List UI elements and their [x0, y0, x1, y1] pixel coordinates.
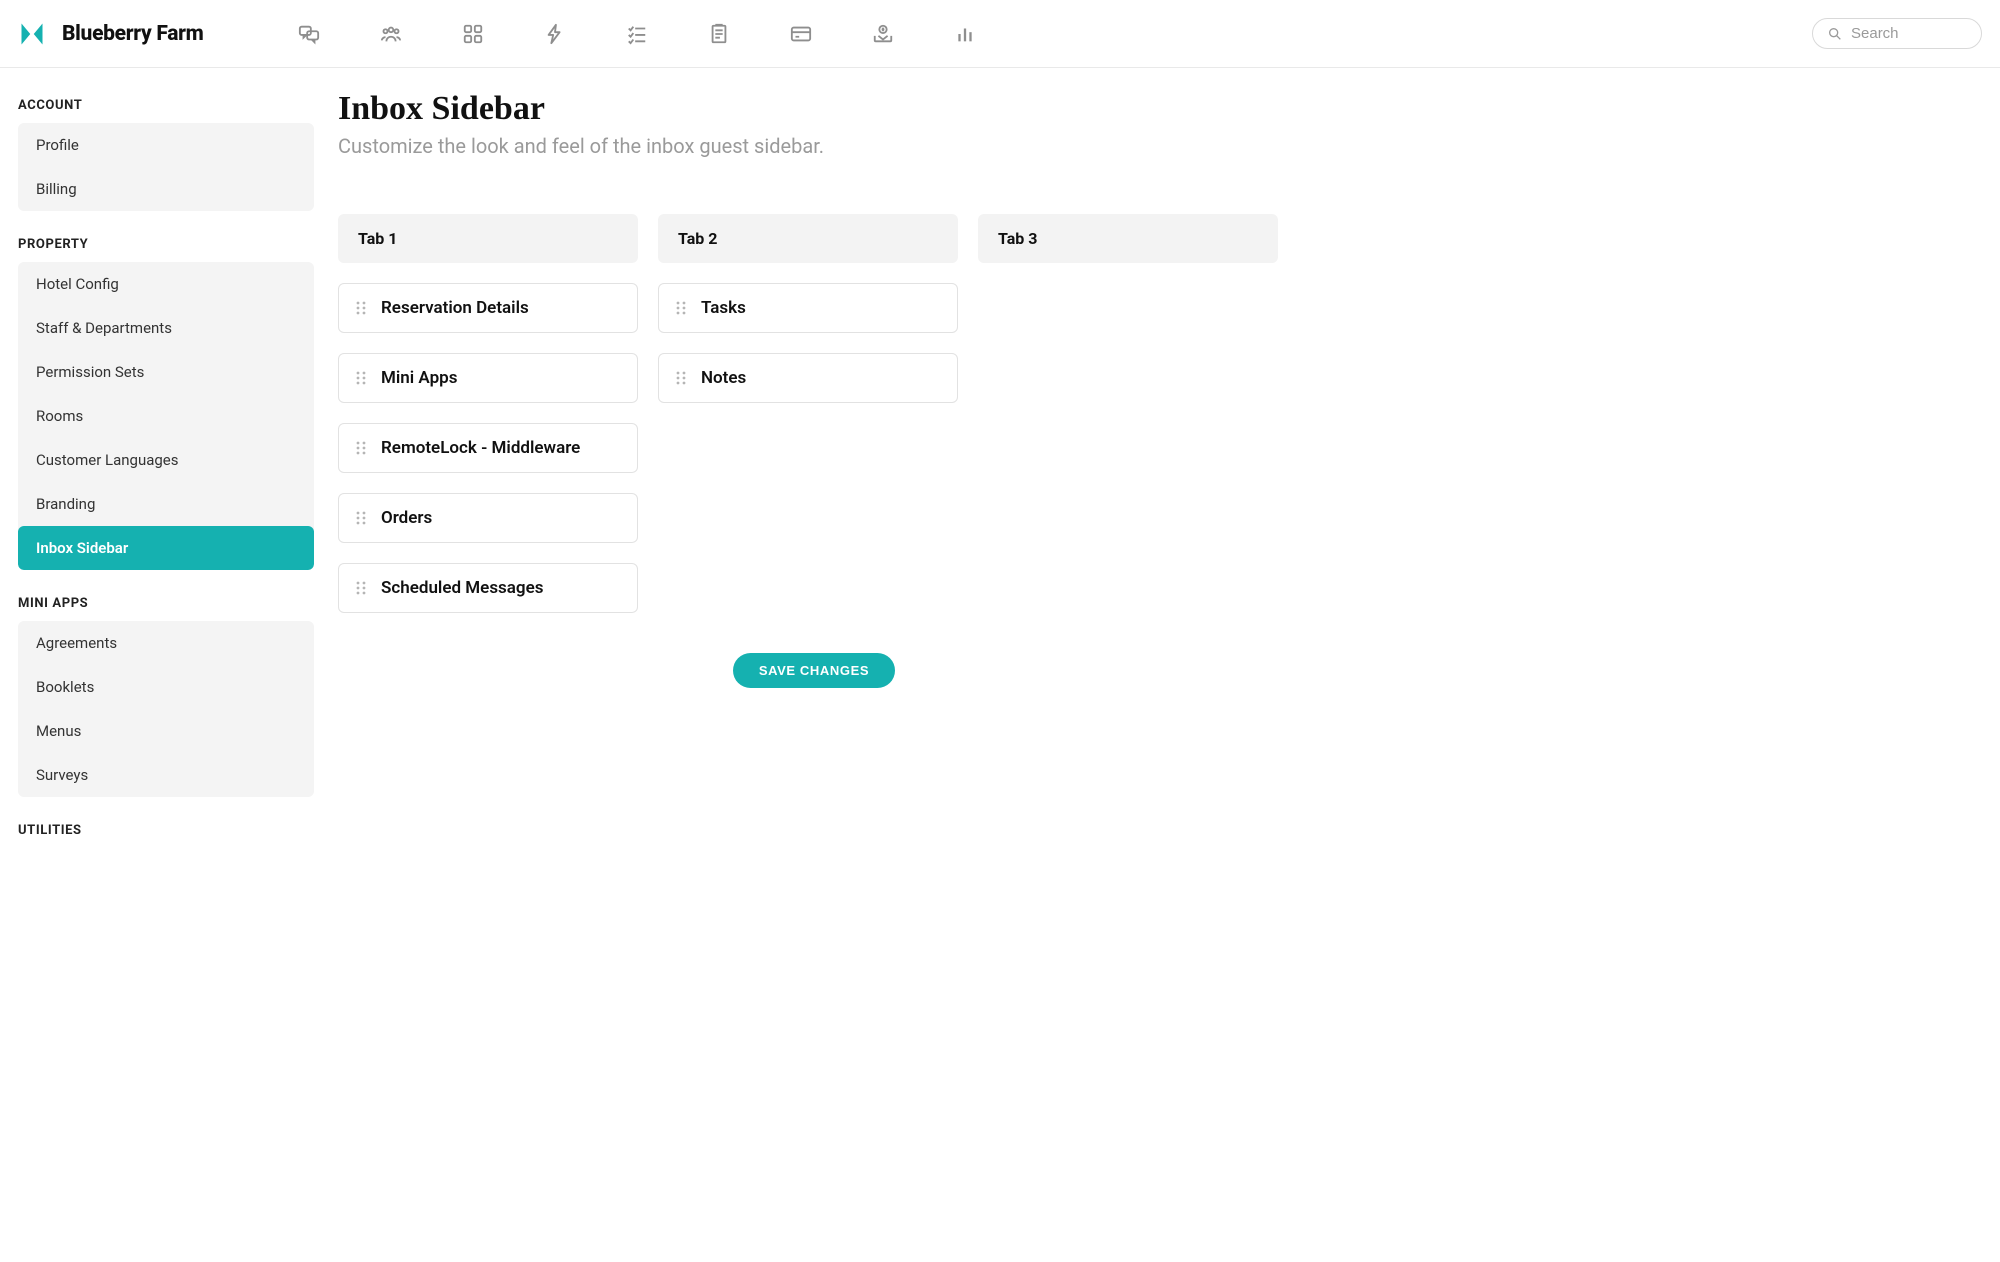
main-panel: Inbox Sidebar Customize the look and fee…	[314, 68, 2000, 872]
sidebar-item-inbox-sidebar[interactable]: Inbox Sidebar	[18, 526, 314, 570]
clipboard-icon[interactable]	[708, 23, 730, 45]
tab-header-2[interactable]: Tab 2	[658, 214, 958, 263]
sidebar-item-label: Rooms	[36, 407, 83, 425]
drag-handle-icon[interactable]	[675, 370, 687, 386]
tab-header-3[interactable]: Tab 3	[978, 214, 1278, 263]
card-label: Mini Apps	[381, 368, 457, 388]
search-input[interactable]	[1851, 25, 1967, 42]
tab-header-label: Tab 2	[678, 229, 717, 248]
sidebar-item-label: Booklets	[36, 678, 94, 696]
card-reservation-details[interactable]: Reservation Details	[338, 283, 638, 333]
sidebar-item-label: Permission Sets	[36, 363, 144, 381]
sidebar-heading-account: ACCOUNT	[18, 92, 314, 123]
sidebar-item-agreements[interactable]: Agreements	[18, 621, 314, 665]
drag-handle-icon[interactable]	[355, 370, 367, 386]
card-label: Scheduled Messages	[381, 578, 544, 598]
sidebar-item-staff-departments[interactable]: Staff & Departments	[18, 306, 314, 350]
card-label: Tasks	[701, 298, 746, 318]
card-mini-apps[interactable]: Mini Apps	[338, 353, 638, 403]
stats-icon[interactable]	[954, 23, 976, 45]
page-subtitle: Customize the look and feel of the inbox…	[338, 134, 1976, 158]
card-label: Reservation Details	[381, 298, 529, 318]
money-inbox-icon[interactable]	[872, 23, 894, 45]
sidebar-item-label: Branding	[36, 495, 95, 513]
save-changes-button[interactable]: SAVE CHANGES	[733, 653, 895, 688]
card-tasks[interactable]: Tasks	[658, 283, 958, 333]
card-notes[interactable]: Notes	[658, 353, 958, 403]
sidebar-item-menus[interactable]: Menus	[18, 709, 314, 753]
sidebar-item-label: Agreements	[36, 634, 117, 652]
card-scheduled-messages[interactable]: Scheduled Messages	[338, 563, 638, 613]
settings-sidebar: ACCOUNT Profile Billing PROPERTY Hotel C…	[0, 68, 314, 872]
sidebar-item-billing[interactable]: Billing	[18, 167, 314, 211]
tab-header-label: Tab 1	[358, 229, 397, 248]
sidebar-item-label: Customer Languages	[36, 451, 179, 469]
drag-handle-icon[interactable]	[355, 440, 367, 456]
tab-header-label: Tab 3	[998, 229, 1037, 248]
drag-handle-icon[interactable]	[355, 300, 367, 316]
top-bar: Blueberry Farm	[0, 0, 2000, 68]
tabs-row: Tab 1 Reservation Details Mini Apps Remo…	[338, 214, 1290, 613]
sidebar-item-surveys[interactable]: Surveys	[18, 753, 314, 797]
sidebar-item-label: Menus	[36, 722, 81, 740]
brand-name: Blueberry Farm	[62, 22, 203, 46]
messages-icon[interactable]	[298, 23, 320, 45]
card-icon[interactable]	[790, 23, 812, 45]
search-box[interactable]	[1812, 18, 1982, 49]
sidebar-group-account: Profile Billing	[18, 123, 314, 211]
save-row: SAVE CHANGES	[338, 653, 1290, 688]
sidebar-item-rooms[interactable]: Rooms	[18, 394, 314, 438]
sidebar-item-customer-languages[interactable]: Customer Languages	[18, 438, 314, 482]
checklist-icon[interactable]	[626, 23, 648, 45]
sidebar-heading-mini-apps: MINI APPS	[18, 590, 314, 621]
drag-handle-icon[interactable]	[675, 300, 687, 316]
people-icon[interactable]	[380, 23, 402, 45]
sidebar-item-label: Inbox Sidebar	[36, 539, 128, 557]
card-label: Notes	[701, 368, 746, 388]
sidebar-item-booklets[interactable]: Booklets	[18, 665, 314, 709]
page-title: Inbox Sidebar	[338, 90, 1976, 128]
drag-handle-icon[interactable]	[355, 510, 367, 526]
card-remotelock-middleware[interactable]: RemoteLock - Middleware	[338, 423, 638, 473]
sidebar-group-mini-apps: Agreements Booklets Menus Surveys	[18, 621, 314, 797]
sidebar-item-branding[interactable]: Branding	[18, 482, 314, 526]
sidebar-heading-utilities: UTILITIES	[18, 817, 314, 848]
sidebar-item-label: Profile	[36, 136, 79, 154]
brand-logo-icon	[18, 20, 46, 48]
sidebar-item-label: Billing	[36, 180, 77, 198]
search-icon	[1827, 26, 1843, 42]
sidebar-item-hotel-config[interactable]: Hotel Config	[18, 262, 314, 306]
card-label: RemoteLock - Middleware	[381, 438, 580, 458]
tab-header-1[interactable]: Tab 1	[338, 214, 638, 263]
sidebar-item-label: Surveys	[36, 766, 88, 784]
apps-icon[interactable]	[462, 23, 484, 45]
sidebar-item-label: Staff & Departments	[36, 319, 172, 337]
card-orders[interactable]: Orders	[338, 493, 638, 543]
drag-handle-icon[interactable]	[355, 580, 367, 596]
sidebar-heading-property: PROPERTY	[18, 231, 314, 262]
sidebar-item-permission-sets[interactable]: Permission Sets	[18, 350, 314, 394]
card-label: Orders	[381, 508, 432, 528]
sidebar-item-label: Hotel Config	[36, 275, 119, 293]
tab-column-3: Tab 3	[978, 214, 1278, 613]
save-button-label: SAVE CHANGES	[759, 663, 869, 678]
sidebar-group-property: Hotel Config Staff & Departments Permiss…	[18, 262, 314, 570]
tab-column-1: Tab 1 Reservation Details Mini Apps Remo…	[338, 214, 638, 613]
brand[interactable]: Blueberry Farm	[18, 20, 278, 48]
sidebar-item-profile[interactable]: Profile	[18, 123, 314, 167]
tab-column-2: Tab 2 Tasks Notes	[658, 214, 958, 613]
bolt-icon[interactable]	[544, 23, 566, 45]
top-nav	[298, 23, 1812, 45]
